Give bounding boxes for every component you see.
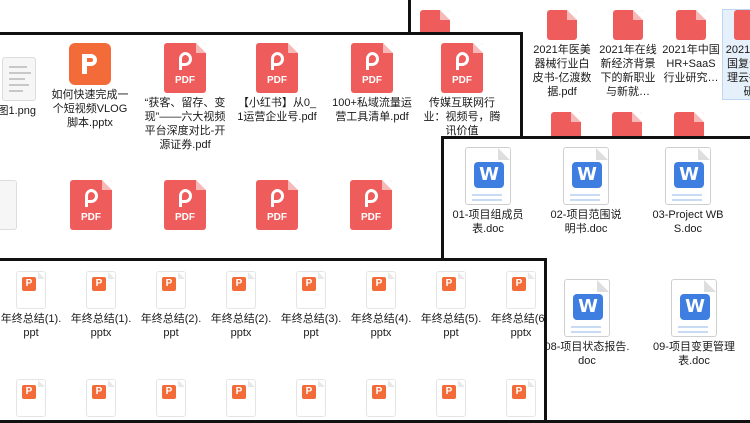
pdf-icon: PDF [351,43,393,93]
file-item[interactable]: P 年终总结(3).ppt [278,271,344,340]
file-item[interactable]: PDF [162,180,208,230]
ppt-icon [69,43,111,85]
ppt-icon: P [86,271,116,309]
file-name: 02-项目范围说明书.doc [550,209,622,235]
file-name: 2021年中国复合管理云行业研 [725,44,750,98]
file-name: “获客、留存、变现”——六大视频平台深度对比-开源证券.pdf [144,97,226,151]
file-item[interactable]: PDF “获客、留存、变现”——六大视频平台深度对比-开源证券.pdf [143,43,227,152]
file-item[interactable]: P 年终总结(2).pptx [208,271,274,340]
file-name: 年终总结(3).ppt [280,313,342,339]
pdf-icon: PDF [350,180,392,230]
file-window-year-end: P 年终总结(1).ppt P 年终总结(1).pptx P 年终总结(2).p… [0,258,547,423]
pdf-icon [613,10,643,40]
file-name: 年终总结(1).ppt [0,313,62,339]
pdf-icon [676,10,706,40]
image-icon [2,57,36,101]
file-name: 传媒互联网行业：视频号，腾讯价值 [423,97,501,137]
file-item[interactable]: 2021年医美器械行业白皮书-亿渡数据.pdf [531,10,593,99]
file-item[interactable]: P [226,379,256,417]
ppt-icon: P [506,379,536,417]
file-item[interactable]: 图1.png [0,57,42,118]
ppt-icon: P [86,379,116,417]
file-item[interactable]: 2021年中国HR+SaaS行业研究… [661,10,721,85]
pdf-icon [734,10,750,40]
file-item[interactable]: P [366,379,396,417]
word-icon: W [563,147,609,205]
file-item[interactable]: PDF [348,180,394,230]
file-name: 03-Project WBS.doc [652,209,724,235]
file-item[interactable]: W 01-项目组成员表.doc [448,147,528,236]
file-name: 年终总结(2).ppt [140,313,202,339]
file-item[interactable]: W 09-项目变更管理表.doc [648,279,740,368]
file-item[interactable]: W 02-项目范围说明书.doc [546,147,626,236]
file-name: 如何快速完成一个短视频VLOG脚本.pptx [51,89,129,129]
file-item[interactable] [0,180,20,230]
file-item[interactable]: PDF [68,180,114,230]
ppt-icon: P [436,379,466,417]
file-item[interactable]: 2021年在线新经济背景下的新职业与新就… [597,10,659,99]
file-item[interactable]: PDF 传媒互联网行业：视频号，腾讯价值 [420,43,504,138]
file-item[interactable]: P [506,379,536,417]
ppt-icon: P [16,379,46,417]
pdf-icon: PDF [256,180,298,230]
file-item[interactable]: P [156,379,186,417]
file-name: 年终总结(1).pptx [70,313,132,339]
ppt-icon: P [296,271,326,309]
pdf-icon: PDF [164,43,206,93]
file-name: 年终总结(5).ppt [420,313,482,339]
ppt-icon: P [296,379,326,417]
ppt-icon: P [226,271,256,309]
ppt-icon: P [506,271,536,309]
ppt-icon: P [226,379,256,417]
file-item[interactable]: P [16,379,46,417]
ppt-icon: P [436,271,466,309]
pdf-icon: PDF [256,43,298,93]
file-item[interactable]: W 03-Project WBS.doc [648,147,728,236]
file-item[interactable]: W 08-项目状态报告.doc [544,279,630,368]
word-icon: W [671,279,717,337]
file-name: 图1.png [0,105,36,117]
pdf-icon: PDF [164,180,206,230]
file-name: 【小红书】从0_1运营企业号.pdf [237,97,317,123]
pdf-icon [547,10,577,40]
ppt-icon: P [366,271,396,309]
file-item[interactable]: P 年终总结(1).ppt [0,271,64,340]
file-name: 08-项目状态报告.doc [544,341,630,367]
file-name: 01-项目组成员表.doc [452,209,524,235]
file-item[interactable]: 2021年中国复合管理云行业研 [722,9,750,100]
file-item[interactable]: PDF [254,180,300,230]
file-item[interactable]: P 年终总结(2).ppt [138,271,204,340]
ppt-icon: P [156,379,186,417]
word-icon: W [465,147,511,205]
file-name: 2021年在线新经济背景下的新职业与新就… [599,44,657,98]
file-name: 年终总结(2).pptx [210,313,272,339]
file-name: 100+私域流量运营工具清单.pdf [332,97,412,123]
file-item[interactable]: P [296,379,326,417]
ppt-icon: P [366,379,396,417]
file-item[interactable]: P 年终总结(5).ppt [418,271,484,340]
file-name: 09-项目变更管理表.doc [653,341,735,367]
word-icon: W [665,147,711,205]
file-item[interactable]: PDF 100+私域流量运营工具清单.pdf [330,43,414,124]
file-item[interactable]: P 年终总结(1).pptx [68,271,134,340]
file-item[interactable]: P 年终总结(4).pptx [348,271,414,340]
file-item[interactable]: P [86,379,116,417]
file-item[interactable]: P [436,379,466,417]
file-name: 年终总结(4).pptx [350,313,412,339]
pdf-icon: PDF [70,180,112,230]
file-item[interactable]: P 年终总结(6).pptx [488,271,547,340]
ppt-icon: P [156,271,186,309]
file-name: 2021年医美器械行业白皮书-亿渡数据.pdf [532,44,592,98]
ppt-icon: P [16,271,46,309]
file-item[interactable]: 如何快速完成一个短视频VLOG脚本.pptx [48,43,132,130]
file-item[interactable]: PDF 【小红书】从0_1运营企业号.pdf [235,43,319,124]
file-name: 2021年中国HR+SaaS行业研究… [662,44,720,84]
word-icon: W [564,279,610,337]
image-icon [0,180,17,230]
pdf-icon: PDF [441,43,483,93]
file-name: 年终总结(6).pptx [490,313,547,339]
